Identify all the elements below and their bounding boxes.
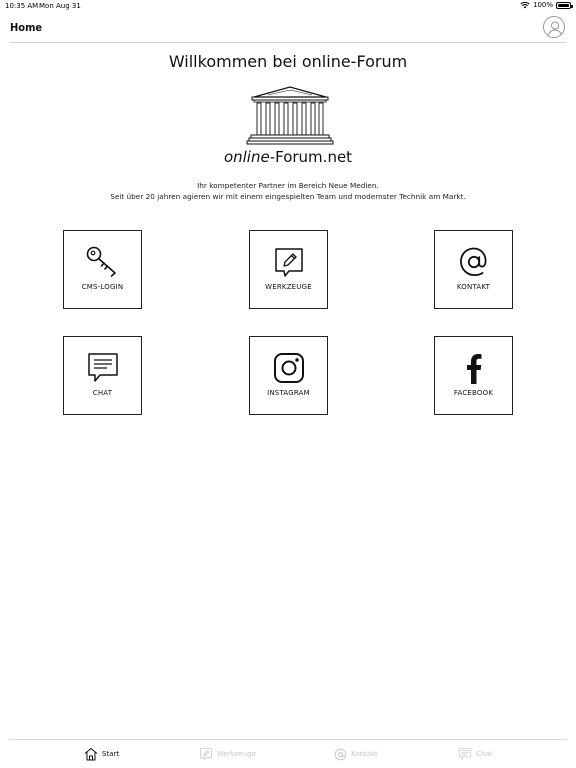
cms-login-button[interactable]: CMS-LOGIN — [63, 230, 142, 309]
status-time: 10:35 AM — [5, 2, 39, 10]
wifi-icon — [520, 1, 530, 9]
chat-icon — [87, 353, 118, 382]
battery-percent: 100% — [532, 1, 553, 9]
tab-bar: Start Werkzeuge Kontakt Chat — [0, 739, 576, 768]
status-bar: 10:35 AM Mon Aug 31 100% — [0, 0, 576, 12]
instagram-button[interactable]: INSTAGRAM — [249, 336, 328, 415]
tile-label: WERKZEUGE — [265, 283, 312, 291]
intro-line-1: Ihr kompetenter Partner im Bereich Neue … — [197, 181, 379, 190]
intro-text: Ihr kompetenter Partner im Bereich Neue … — [0, 181, 576, 202]
home-icon — [84, 748, 98, 761]
tile-label: KONTAKT — [456, 283, 491, 291]
tab-label: Kontakt — [351, 750, 378, 758]
tile-label: CMS-LOGIN — [81, 283, 124, 291]
profile-avatar-button[interactable] — [543, 16, 565, 38]
logo-wordmark-italic: online — [223, 148, 270, 166]
status-date: Mon Aug 31 — [39, 2, 81, 10]
welcome-heading: Willkommen bei online-Forum — [168, 52, 408, 71]
werkzeuge-button[interactable]: WERKZEUGE — [249, 230, 328, 309]
logo-wordmark: online-Forum.net — [0, 148, 576, 166]
battery-icon — [556, 1, 573, 9]
pencil-icon — [274, 248, 303, 277]
tab-chat[interactable]: Chat — [458, 746, 492, 762]
tab-kontakt[interactable]: Kontakt — [334, 746, 378, 762]
page-title: Home — [10, 21, 43, 34]
tile-label: CHAT — [92, 389, 113, 397]
tab-label: Start — [102, 750, 120, 758]
tab-start[interactable]: Start — [84, 746, 119, 762]
tile-label: INSTAGRAM — [267, 389, 310, 397]
tab-bar-divider — [9, 739, 567, 740]
pencil-icon — [200, 748, 212, 761]
at-icon — [334, 748, 347, 760]
tile-label: FACEBOOK — [453, 389, 494, 397]
kontakt-button[interactable]: KONTAKT — [434, 230, 513, 309]
tab-werkzeuge[interactable]: Werkzeuge — [199, 746, 256, 762]
facebook-icon — [466, 354, 481, 384]
navigation-bar: Home — [0, 12, 576, 43]
status-right: 100% — [520, 1, 573, 9]
chat-icon — [458, 747, 472, 760]
tab-label: Werkzeuge — [217, 750, 256, 758]
temple-logo-icon — [246, 86, 334, 145]
intro-line-2: Seit über 20 jahren agieren wir mit eine… — [110, 191, 466, 201]
instagram-icon — [273, 353, 304, 383]
nav-divider — [9, 42, 567, 43]
tab-label: Chat — [476, 750, 493, 758]
key-icon — [86, 246, 116, 277]
user-icon — [548, 21, 562, 36]
facebook-button[interactable]: FACEBOOK — [434, 336, 513, 415]
at-icon — [459, 247, 486, 276]
chat-button[interactable]: CHAT — [63, 336, 142, 415]
logo-wordmark-rest: -Forum.net — [269, 148, 353, 166]
